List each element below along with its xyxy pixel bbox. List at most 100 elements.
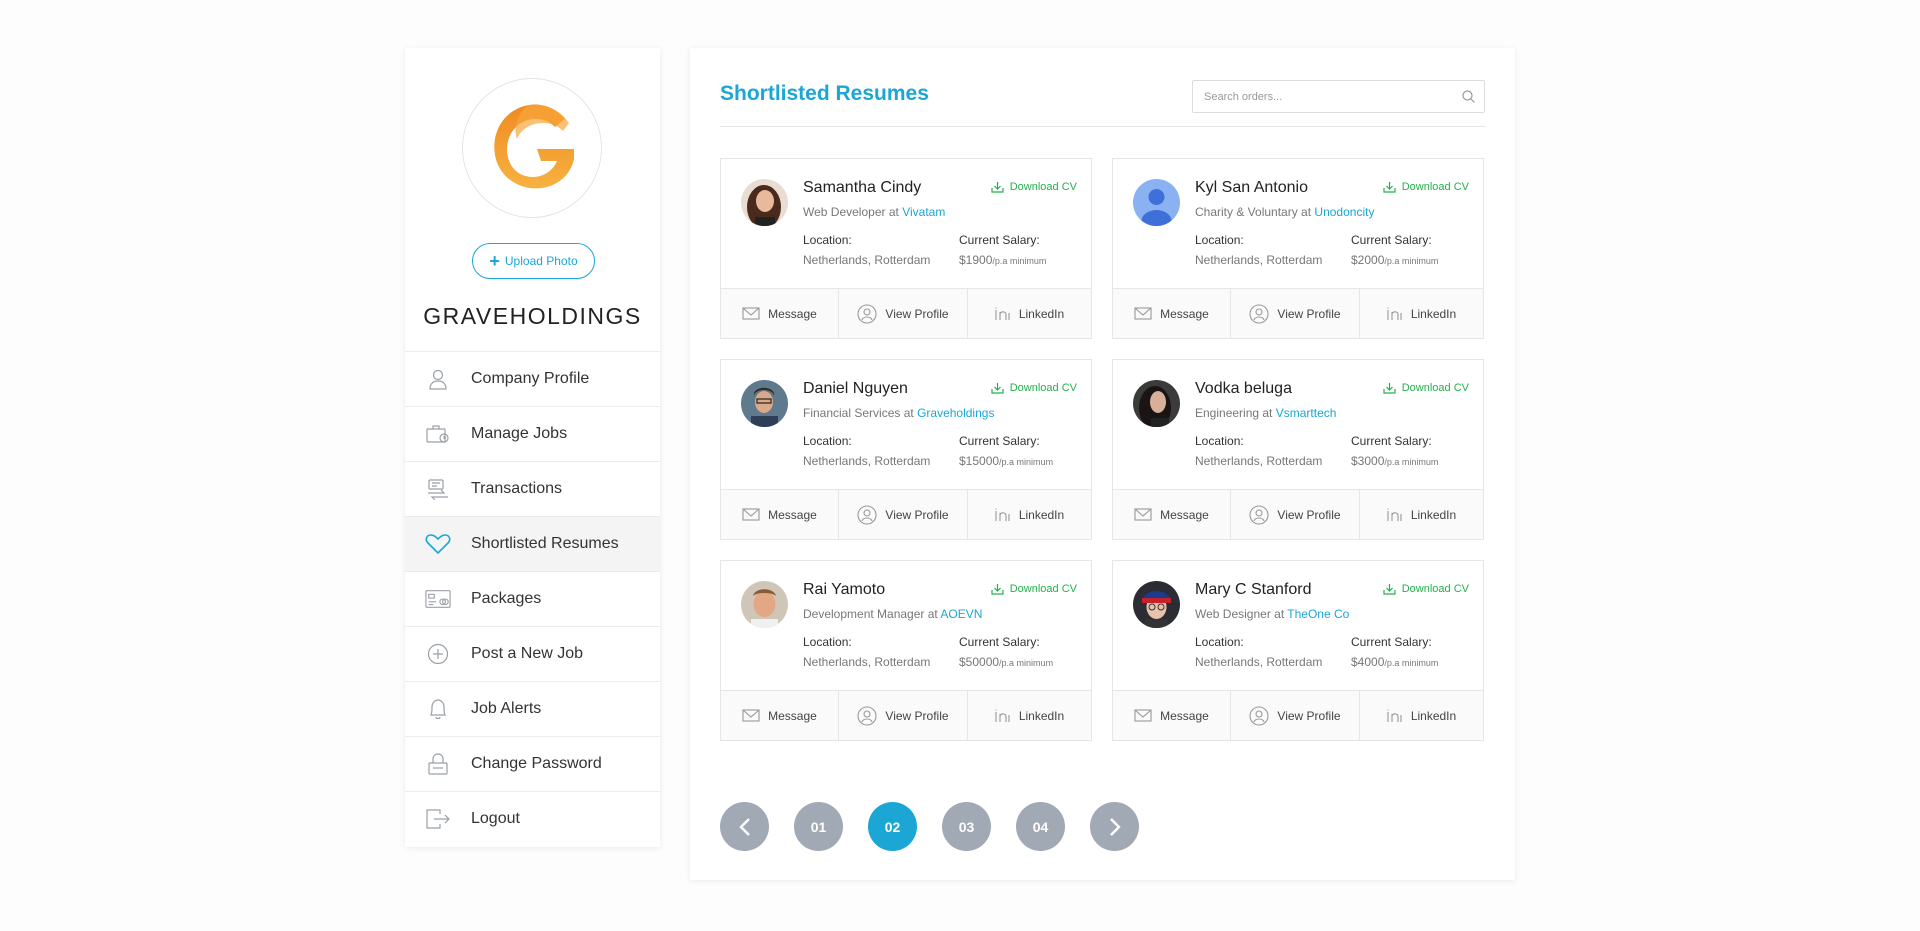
message-label: Message	[1160, 306, 1209, 321]
resume-card: Samantha Cindy Web Developer at Vivatam …	[720, 158, 1092, 339]
location-label: Location:	[1195, 635, 1244, 649]
view-profile-button[interactable]: View Profile	[1231, 691, 1360, 740]
avatar[interactable]	[741, 380, 788, 427]
envelope-icon	[1134, 307, 1152, 320]
card-actions: Message View Profile LinkedIn	[721, 288, 1091, 338]
page-button[interactable]: 03	[942, 802, 991, 851]
page-button-current[interactable]: 02	[868, 802, 917, 851]
linkedin-button[interactable]: LinkedIn	[1360, 691, 1483, 740]
message-button[interactable]: Message	[1113, 490, 1231, 539]
sidebar-item-label: Manage Jobs	[471, 425, 568, 442]
view-profile-label: View Profile	[885, 708, 949, 723]
candidate-name[interactable]: Daniel Nguyen	[803, 380, 908, 398]
role-text: Development Manager at	[803, 607, 938, 621]
view-profile-button[interactable]: View Profile	[1231, 490, 1360, 539]
upload-photo-button[interactable]: + Upload Photo	[472, 243, 595, 279]
download-icon	[991, 182, 1004, 193]
profile-icon	[857, 303, 877, 324]
avatar[interactable]	[741, 581, 788, 628]
company-link[interactable]: TheOne Co	[1287, 607, 1349, 621]
view-profile-button[interactable]: View Profile	[839, 691, 968, 740]
salary-suffix: /p.a minimum	[1384, 256, 1439, 266]
message-label: Message	[1160, 507, 1209, 522]
linkedin-button[interactable]: LinkedIn	[1360, 490, 1483, 539]
download-cv-button[interactable]: Download CV	[991, 181, 1077, 193]
logo-icon	[494, 104, 574, 189]
message-button[interactable]: Message	[721, 289, 839, 338]
sidebar-item-change-password[interactable]: Change Password	[405, 736, 660, 791]
sidebar-item-label: Change Password	[471, 755, 602, 772]
download-cv-button[interactable]: Download CV	[1383, 382, 1469, 394]
heart-icon	[425, 531, 451, 557]
view-profile-button[interactable]: View Profile	[839, 490, 968, 539]
download-cv-button[interactable]: Download CV	[991, 382, 1077, 394]
company-logo[interactable]	[462, 78, 602, 218]
candidate-name[interactable]: Samantha Cindy	[803, 179, 921, 197]
linkedin-button[interactable]: LinkedIn	[1360, 289, 1483, 338]
download-cv-button[interactable]: Download CV	[1383, 583, 1469, 595]
candidate-name[interactable]: Mary C Stanford	[1195, 581, 1311, 599]
user-icon	[425, 366, 451, 392]
sidebar-item-shortlisted-resumes[interactable]: Shortlisted Resumes	[405, 516, 660, 571]
sidebar-item-logout[interactable]: Logout	[405, 791, 660, 846]
salary-amount: $3000	[1351, 454, 1385, 468]
resume-card: Rai Yamoto Development Manager at AOEVN …	[720, 560, 1092, 741]
download-cv-button[interactable]: Download CV	[1383, 181, 1469, 193]
salary-value: $4000/p.a minimum	[1351, 655, 1438, 669]
page-button[interactable]: 01	[794, 802, 843, 851]
candidate-role: Development Manager at AOEVN	[803, 607, 982, 621]
candidate-name[interactable]: Rai Yamoto	[803, 581, 885, 599]
sidebar-item-post-new-job[interactable]: Post a New Job	[405, 626, 660, 681]
sidebar-item-transactions[interactable]: Transactions	[405, 461, 660, 516]
search-input[interactable]	[1193, 81, 1484, 112]
sidebar-item-packages[interactable]: Packages	[405, 571, 660, 626]
avatar[interactable]	[1133, 581, 1180, 628]
avatar[interactable]	[741, 179, 788, 226]
company-link[interactable]: Graveholdings	[917, 406, 994, 420]
candidate-name[interactable]: Vodka beluga	[1195, 380, 1292, 398]
avatar[interactable]	[1133, 380, 1180, 427]
sidebar-item-company-profile[interactable]: Company Profile	[405, 351, 660, 406]
linkedin-button[interactable]: LinkedIn	[968, 289, 1091, 338]
download-cv-label: Download CV	[1009, 382, 1077, 394]
message-button[interactable]: Message	[721, 691, 839, 740]
next-page-button[interactable]	[1090, 802, 1139, 851]
salary-label: Current Salary:	[1351, 233, 1432, 247]
message-button[interactable]: Message	[721, 490, 839, 539]
page-button[interactable]: 04	[1016, 802, 1065, 851]
location-value: Netherlands, Rotterdam	[803, 655, 931, 669]
candidate-name[interactable]: Kyl San Antonio	[1195, 179, 1308, 197]
search-icon[interactable]	[1462, 90, 1475, 108]
company-link[interactable]: AOEVN	[940, 607, 982, 621]
role-text: Charity & Voluntary at	[1195, 205, 1312, 219]
linkedin-button[interactable]: LinkedIn	[968, 490, 1091, 539]
view-profile-button[interactable]: View Profile	[839, 289, 968, 338]
prev-page-button[interactable]	[720, 802, 769, 851]
linkedin-icon	[1387, 709, 1402, 722]
lock-icon	[425, 751, 451, 777]
location-label: Location:	[803, 233, 852, 247]
company-link[interactable]: Unodoncity	[1314, 205, 1374, 219]
card-icon	[425, 586, 451, 612]
briefcase-icon	[425, 421, 451, 447]
sidebar-item-label: Company Profile	[471, 370, 590, 387]
company-link[interactable]: Vsmarttech	[1276, 406, 1337, 420]
sidebar-item-job-alerts[interactable]: Job Alerts	[405, 681, 660, 736]
sidebar-item-label: Packages	[471, 590, 542, 607]
resume-card: Daniel Nguyen Financial Services at Grav…	[720, 359, 1092, 540]
profile-icon	[1249, 504, 1269, 525]
avatar[interactable]	[1133, 179, 1180, 226]
message-button[interactable]: Message	[1113, 691, 1231, 740]
download-cv-button[interactable]: Download CV	[991, 583, 1077, 595]
linkedin-label: LinkedIn	[1410, 507, 1457, 522]
company-link[interactable]: Vivatam	[902, 205, 945, 219]
linkedin-button[interactable]: LinkedIn	[968, 691, 1091, 740]
sidebar-item-manage-jobs[interactable]: Manage Jobs	[405, 406, 660, 461]
view-profile-button[interactable]: View Profile	[1231, 289, 1360, 338]
message-button[interactable]: Message	[1113, 289, 1231, 338]
envelope-icon	[1134, 709, 1152, 722]
download-icon	[1383, 584, 1396, 595]
linkedin-label: LinkedIn	[1018, 708, 1065, 723]
page-title: Shortlisted Resumes	[720, 82, 929, 105]
card-actions: Message View Profile LinkedIn	[721, 690, 1091, 740]
